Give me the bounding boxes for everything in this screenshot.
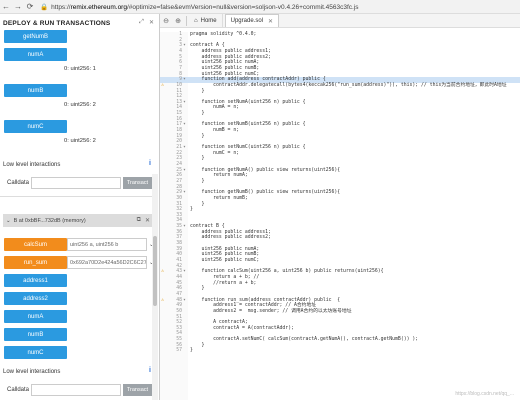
- numc-button[interactable]: numC: [4, 346, 67, 359]
- url-field[interactable]: 🔒 https://remix.ethereum.org/#optimize=fa…: [40, 3, 359, 11]
- scrollbar-thumb[interactable]: [153, 236, 157, 306]
- divider: [186, 15, 187, 26]
- transact-button[interactable]: Transact: [123, 177, 152, 189]
- numc-button[interactable]: numC: [4, 120, 67, 133]
- reload-icon[interactable]: ⟳: [24, 1, 36, 13]
- close-icon[interactable]: ✕: [145, 217, 150, 224]
- lock-icon: 🔒: [40, 3, 49, 11]
- tab-home[interactable]: ⌂ Home: [189, 14, 223, 27]
- contract-instance-header[interactable]: ⌄ B at 0xbBF...732dB (memory) ⧉ ✕: [3, 214, 153, 227]
- calldata-label: Calldata: [7, 180, 30, 186]
- zoom-out-icon[interactable]: ⊖: [160, 15, 172, 27]
- watermark: https://blog.csdn.net/qq_...: [455, 391, 514, 397]
- numa-output: 0: uint256: 1: [64, 66, 96, 72]
- tab-upgrade-sol[interactable]: Upgrade.sol ✕: [224, 14, 280, 27]
- home-icon: ⌂: [194, 17, 198, 24]
- run-sum-button[interactable]: run_sum: [4, 256, 67, 269]
- calcsum-button[interactable]: calcSum: [4, 238, 67, 251]
- instance-label: B at 0xbBF...732dB (memory): [13, 217, 86, 224]
- deploy-run-panel: DEPLOY & RUN TRANSACTIONS ⤢ ✕ getNumB nu…: [0, 14, 160, 400]
- editor-tabbar: ⊖ ⊕ ⌂ Home Upgrade.sol ✕: [160, 14, 520, 28]
- getnumb-button[interactable]: getNumB: [4, 30, 67, 43]
- tab-home-label: Home: [200, 17, 217, 24]
- back-icon[interactable]: ←: [0, 1, 12, 13]
- calldata-input[interactable]: [31, 384, 121, 396]
- info-icon[interactable]: i: [149, 367, 151, 374]
- chevron-down-icon[interactable]: ⌄: [6, 218, 11, 224]
- info-icon[interactable]: i: [149, 160, 151, 167]
- divider: [0, 196, 158, 197]
- low-level-label: Low level interactions: [3, 369, 61, 375]
- numa-button[interactable]: numA: [4, 48, 67, 61]
- line-number: 57: [176, 348, 182, 354]
- browser-url-bar: ← → ⟳ 🔒 https://remix.ethereum.org/#optim…: [0, 0, 520, 14]
- code-editor: ⊖ ⊕ ⌂ Home Upgrade.sol ✕ 1 pragma solidity …: [160, 14, 520, 400]
- numc-output: 0: uint256: 2: [64, 138, 96, 144]
- code-text: }: [190, 348, 193, 354]
- close-icon[interactable]: ✕: [148, 19, 155, 26]
- address1-button[interactable]: address1: [4, 274, 67, 287]
- zoom-in-icon[interactable]: ⊕: [172, 15, 184, 27]
- url-host: remix.ethereum.org: [70, 3, 127, 11]
- forward-icon[interactable]: →: [12, 1, 24, 13]
- calldata-input[interactable]: [31, 177, 121, 189]
- numb-output: 0: uint256: 2: [64, 102, 96, 108]
- numb-button[interactable]: numB: [4, 328, 67, 341]
- tab-file-label: Upgrade.sol: [230, 18, 263, 24]
- numb-button[interactable]: numB: [4, 84, 67, 97]
- numa-button[interactable]: numA: [4, 310, 67, 323]
- calcsum-input[interactable]: uint256 a, uint256 b: [67, 238, 147, 251]
- low-level-label: Low level interactions: [3, 162, 61, 168]
- url-scheme: https://: [51, 3, 71, 11]
- code-area[interactable]: 1 pragma solidity ^0.4.0; 2 3 ▾ contract A {4…: [160, 32, 520, 400]
- code-line[interactable]: 57}: [160, 348, 520, 354]
- transact-button[interactable]: Transact: [123, 384, 152, 396]
- address2-button[interactable]: address2: [4, 292, 67, 305]
- expand-icon[interactable]: ⤢: [138, 19, 145, 26]
- run-sum-input[interactable]: 0x692a70D2e424a56D2C6C27: [67, 256, 147, 269]
- panel-title: DEPLOY & RUN TRANSACTIONS: [3, 20, 111, 27]
- copy-icon[interactable]: ⧉: [137, 217, 141, 224]
- url-path: /#optimize=false&evmVersion=null&version…: [126, 3, 359, 11]
- close-icon[interactable]: ✕: [268, 18, 273, 25]
- calldata-label: Calldata: [7, 387, 30, 393]
